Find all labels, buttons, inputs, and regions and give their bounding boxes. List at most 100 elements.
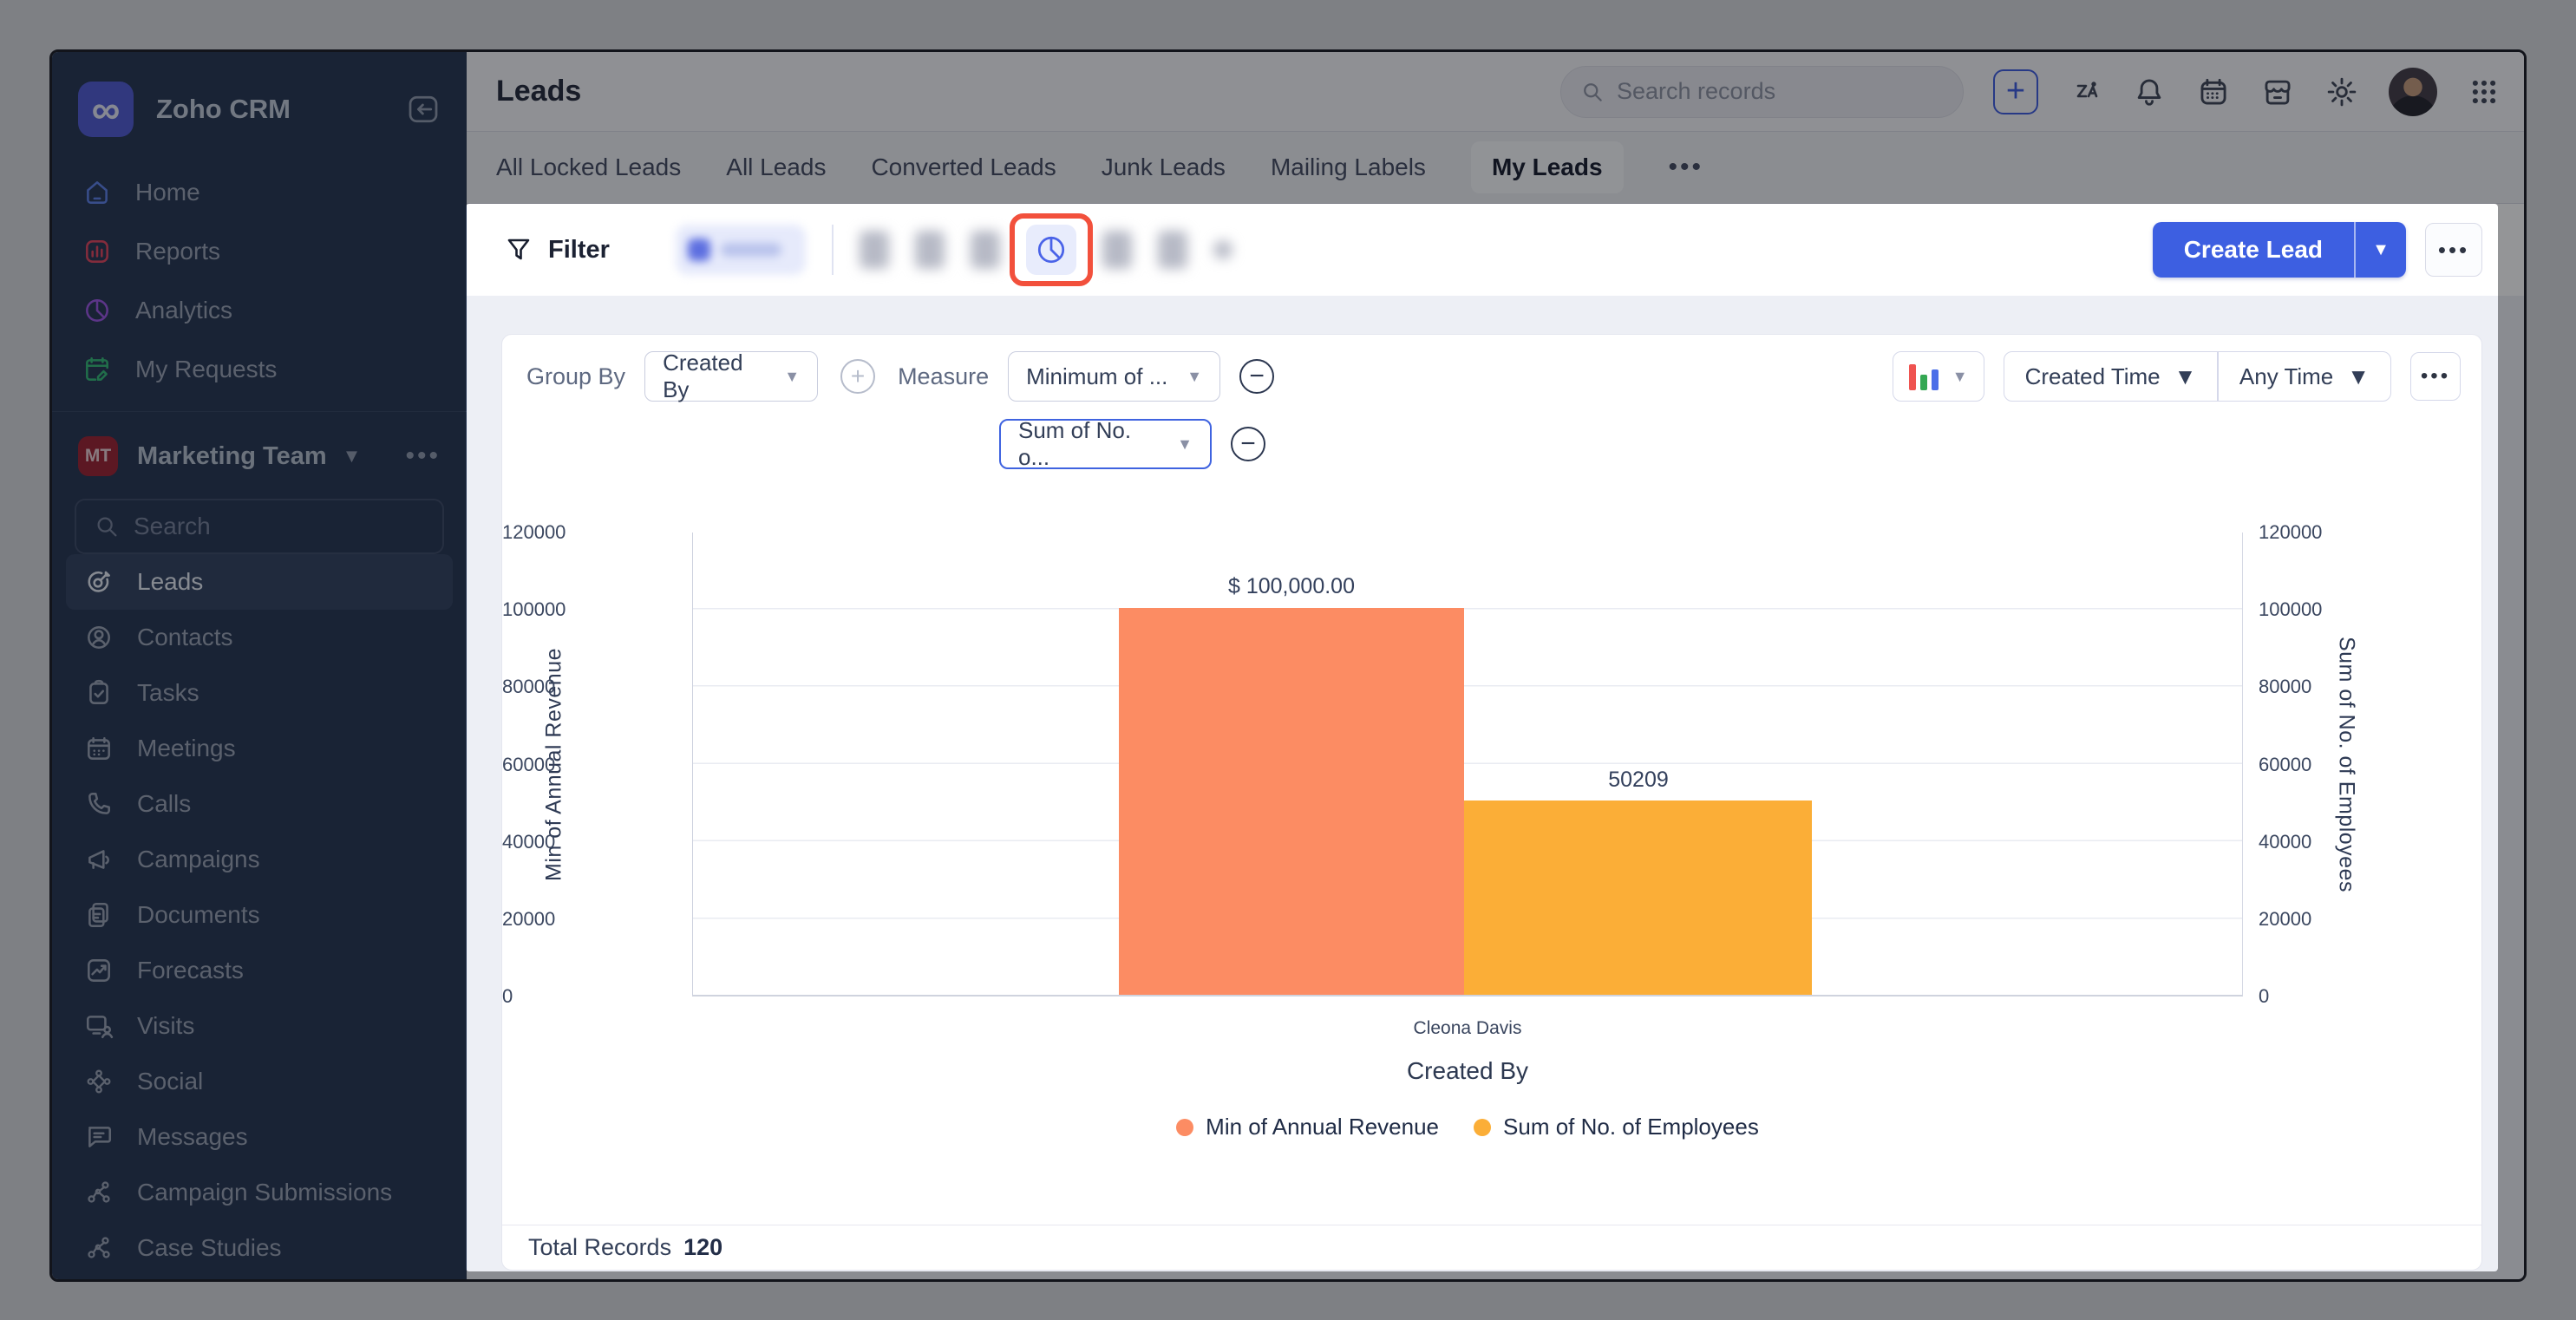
sidebar-divider xyxy=(52,411,467,412)
sidebar-item-label: Visits xyxy=(137,1012,194,1040)
brand-title: Zoho CRM xyxy=(156,94,406,125)
chart-view-toggle[interactable] xyxy=(1026,225,1076,275)
chevron-down-icon: ▼ xyxy=(1177,435,1193,454)
sidebar-item-campaigns[interactable]: Campaigns xyxy=(66,832,453,887)
sidebar-item-campaign-submissions[interactable]: Campaign Submissions xyxy=(66,1165,453,1220)
tab-all-leads[interactable]: All Leads xyxy=(726,154,826,181)
sidebar-item-visits[interactable]: Visits xyxy=(66,998,453,1054)
sidebar-item-label: Home xyxy=(135,179,200,206)
tab-converted-leads[interactable]: Converted Leads xyxy=(871,154,1056,181)
toolbar-divider xyxy=(832,225,834,275)
y-axis-ticks-right: 120000 100000 80000 60000 40000 20000 0 xyxy=(2259,520,2397,1009)
zia-assistant-icon[interactable] xyxy=(2068,75,2102,109)
notifications-bell-icon[interactable] xyxy=(2132,75,2167,109)
quick-create-button[interactable]: + xyxy=(1993,69,2038,114)
sidebar-item-analytics[interactable]: Analytics xyxy=(52,281,467,340)
sidebar-item-label: Analytics xyxy=(135,297,232,324)
sidebar-item-case-studies[interactable]: Case Studies xyxy=(66,1220,453,1276)
sidebar-item-contacts[interactable]: Contacts xyxy=(66,610,453,665)
chevron-down-icon: ▼ xyxy=(343,445,362,467)
sidebar-item-label: Forecasts xyxy=(137,957,244,984)
sidebar-collapse-icon[interactable] xyxy=(406,92,441,127)
sidebar-nav: Home Reports Analytics My Requests xyxy=(52,163,467,399)
date-field-dropdown[interactable]: Created Time ▼ xyxy=(2004,363,2218,390)
sidebar-item-label: Reports xyxy=(135,238,220,265)
sidebar-item-leads[interactable]: Leads xyxy=(66,554,453,610)
chevron-down-icon: ▼ xyxy=(2347,363,2370,390)
legend-item-min-annual-revenue[interactable]: Min of Annual Revenue xyxy=(1176,1114,1439,1140)
measure-1-value: Minimum of ... xyxy=(1026,363,1167,390)
chart-settings: ▼ Created Time ▼ Any Time ▼ ••• xyxy=(1893,351,2461,402)
tab-junk-leads[interactable]: Junk Leads xyxy=(1102,154,1226,181)
sidebar-item-messages[interactable]: Messages xyxy=(66,1109,453,1165)
sidebar-item-my-requests[interactable]: My Requests xyxy=(52,340,467,399)
action-toolbar: Filter Create Lead ▼ ••• xyxy=(467,204,2524,296)
legend-dot xyxy=(1176,1119,1193,1136)
visits-icon xyxy=(83,1010,114,1042)
team-name: Marketing Team xyxy=(137,442,327,471)
date-filter: Created Time ▼ Any Time ▼ xyxy=(2004,351,2391,402)
chart-card: Group By Created By ▼ + Measure Minimum … xyxy=(501,334,2482,1271)
sidebar-item-home[interactable]: Home xyxy=(52,163,467,222)
search-icon xyxy=(94,513,120,539)
campaigns-icon xyxy=(83,844,114,875)
calendar-icon[interactable] xyxy=(2196,75,2231,109)
blurred-toolbar-icons[interactable] xyxy=(1102,231,1232,269)
toolbar-more-button[interactable]: ••• xyxy=(2425,223,2482,277)
tabs-overflow-icon[interactable]: ••• xyxy=(1669,153,1704,182)
remove-measure-2-icon[interactable]: − xyxy=(1231,427,1265,461)
add-group-icon[interactable]: + xyxy=(840,359,875,394)
team-selector[interactable]: MT Marketing Team ▼ ••• xyxy=(52,426,467,487)
main-area: Leads Search records + All Locked Leads … xyxy=(467,52,2524,1279)
create-lead-dropdown-caret[interactable]: ▼ xyxy=(2354,222,2406,278)
sidebar-item-tasks[interactable]: Tasks xyxy=(66,665,453,721)
bar-sum-no-of-employees[interactable] xyxy=(1464,800,1812,995)
sidebar-item-label: Tasks xyxy=(137,679,199,707)
total-records-label: Total Records xyxy=(528,1234,671,1261)
sidebar-item-label: Meetings xyxy=(137,735,236,762)
filter-button[interactable]: Filter xyxy=(505,236,610,265)
chart-more-button[interactable]: ••• xyxy=(2410,352,2461,401)
group-by-dropdown[interactable]: Created By ▼ xyxy=(644,351,818,402)
marketplace-icon[interactable] xyxy=(2260,75,2295,109)
tab-all-locked-leads[interactable]: All Locked Leads xyxy=(496,154,681,181)
user-avatar[interactable] xyxy=(2389,68,2437,116)
blurred-toolbar-icons[interactable] xyxy=(860,231,1000,269)
date-range-dropdown[interactable]: Any Time ▼ xyxy=(2219,363,2390,390)
settings-gear-icon[interactable] xyxy=(2324,75,2359,109)
analytics-icon xyxy=(82,295,113,326)
global-search-input[interactable]: Search records xyxy=(1560,66,1964,118)
team-more-icon[interactable]: ••• xyxy=(405,441,441,471)
remove-measure-1-icon[interactable]: − xyxy=(1239,359,1274,394)
blurred-view-chip[interactable] xyxy=(676,225,806,275)
chart-type-button[interactable]: ▼ xyxy=(1893,351,1984,402)
zoho-crm-logo-icon: ∞ xyxy=(78,82,134,137)
bar-min-annual-revenue[interactable] xyxy=(1119,608,1464,995)
sidebar-search-input[interactable]: Search xyxy=(75,499,444,554)
measure-2-dropdown[interactable]: Sum of No. o... ▼ xyxy=(999,419,1212,469)
sidebar-item-reports[interactable]: Reports xyxy=(52,222,467,281)
sidebar-item-social[interactable]: Social xyxy=(66,1054,453,1109)
meetings-icon xyxy=(83,733,114,764)
total-records-value: 120 xyxy=(683,1234,722,1261)
date-range-value: Any Time xyxy=(2239,363,2333,390)
sidebar-item-forecasts[interactable]: Forecasts xyxy=(66,943,453,998)
measure-2-value: Sum of No. o... xyxy=(1018,417,1161,471)
leads-icon xyxy=(83,566,114,598)
tab-my-leads[interactable]: My Leads xyxy=(1471,141,1624,193)
campaign-submissions-icon xyxy=(83,1177,114,1208)
legend-item-sum-no-of-employees[interactable]: Sum of No. of Employees xyxy=(1474,1114,1759,1140)
create-lead-button[interactable]: Create Lead xyxy=(2153,222,2354,278)
contacts-icon xyxy=(83,622,114,653)
app-launcher-grid-icon[interactable] xyxy=(2467,75,2501,109)
sidebar-item-meetings[interactable]: Meetings xyxy=(66,721,453,776)
my-requests-icon xyxy=(82,354,113,385)
measure-1-dropdown[interactable]: Minimum of ... ▼ xyxy=(1008,351,1220,402)
bar-data-label: 50209 xyxy=(1465,768,1812,793)
topbar: Leads Search records + xyxy=(467,52,2524,132)
tab-mailing-labels[interactable]: Mailing Labels xyxy=(1271,154,1426,181)
sidebar-item-calls[interactable]: Calls xyxy=(66,776,453,832)
chart-controls-row: Group By Created By ▼ + Measure Minimum … xyxy=(526,350,2461,402)
x-axis-title: Created By xyxy=(692,1057,2243,1085)
sidebar-item-documents[interactable]: Documents xyxy=(66,887,453,943)
